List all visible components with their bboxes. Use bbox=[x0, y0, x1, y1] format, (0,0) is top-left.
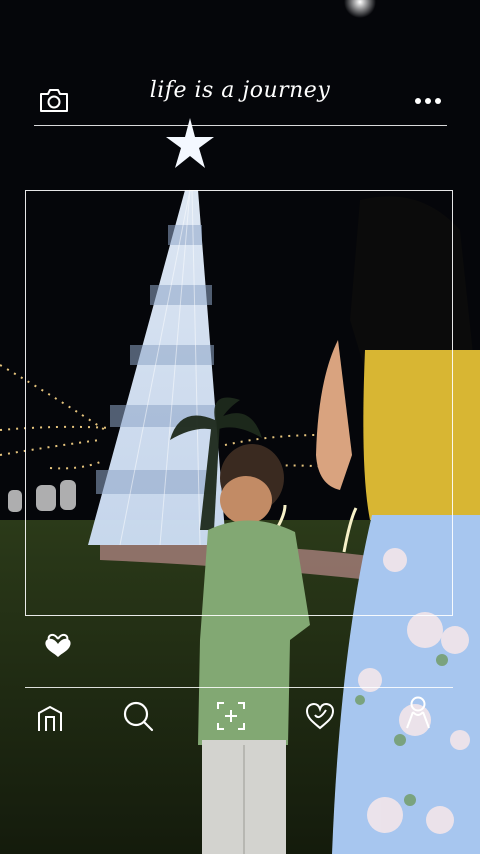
profile-icon[interactable] bbox=[400, 694, 436, 730]
app-overlay: life is a journey bbox=[0, 0, 480, 854]
header-divider bbox=[34, 125, 447, 126]
add-post-icon[interactable] bbox=[213, 698, 249, 734]
search-icon[interactable] bbox=[120, 698, 156, 734]
home-icon[interactable] bbox=[32, 700, 68, 736]
more-dots-icon[interactable] bbox=[410, 83, 446, 119]
page-title: life is a journey bbox=[149, 78, 331, 103]
heart-outline-icon[interactable] bbox=[302, 698, 338, 734]
nav-divider bbox=[25, 687, 453, 688]
heart-icon[interactable] bbox=[40, 628, 76, 664]
photo-frame[interactable] bbox=[25, 190, 453, 616]
